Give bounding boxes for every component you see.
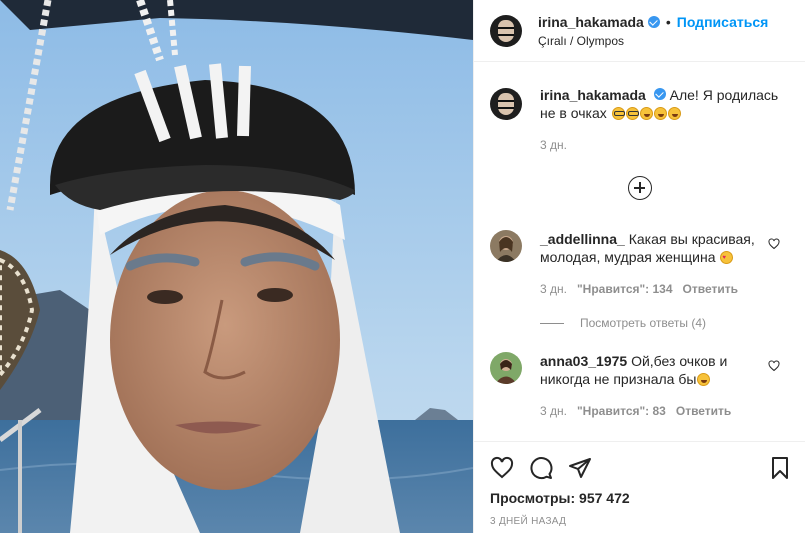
glasses-emoji-icon [625, 107, 639, 120]
comment-like-heart-icon[interactable] [768, 360, 780, 372]
commenter-avatar[interactable] [490, 352, 522, 384]
comment-username[interactable]: _addellinna_ [540, 231, 625, 247]
author-username[interactable]: irina_hakamada [538, 14, 644, 30]
comment-time[interactable]: 3 дн. [540, 280, 567, 298]
verified-badge-icon [647, 15, 660, 28]
replies-divider-line [540, 322, 564, 324]
verified-badge-icon [653, 88, 666, 100]
laughing-emoji-icon [697, 373, 711, 386]
follow-button[interactable]: Подписаться [677, 14, 769, 30]
heart-icon[interactable] [490, 456, 514, 480]
post-actions-bar: Просмотры: 957 472 3 ДНЕЙ НАЗАД [474, 441, 805, 533]
separator-dot: • [665, 13, 671, 30]
reply-button[interactable]: Ответить [683, 280, 738, 298]
comment-like-heart-icon[interactable] [768, 238, 780, 250]
view-replies-button[interactable]: Посмотреть ответы (4) [540, 316, 706, 330]
view-replies-label: Посмотреть ответы (4) [580, 316, 707, 330]
comment-time[interactable]: 3 дн. [540, 402, 567, 420]
comment-icon[interactable] [529, 456, 553, 480]
commenter-avatar[interactable] [490, 230, 522, 262]
laughing-emoji-icon [653, 107, 667, 120]
caption-author-avatar[interactable] [490, 88, 522, 120]
view-count[interactable]: Просмотры: 957 472 [490, 490, 630, 506]
post-details-panel: irina_hakamada • Подписаться Çıralı / Ol… [473, 0, 805, 533]
comment-likes[interactable]: "Нравится": 134 [577, 280, 673, 298]
author-avatar[interactable] [490, 14, 522, 47]
comment-item: _addellinna_ Какая вы красивая, молодая,… [490, 230, 790, 298]
video-frame-image [0, 0, 473, 533]
post-date[interactable]: 3 ДНЕЙ НАЗАД [490, 516, 566, 527]
glasses-emoji-icon [611, 107, 625, 120]
post-header: irina_hakamada • Подписаться Çıralı / Ol… [474, 0, 805, 62]
comment-item: anna03_1975 Ой,без очков и никогда не пр… [490, 352, 790, 420]
caption-username[interactable]: irina_hakamada [540, 87, 646, 103]
bookmark-icon[interactable] [768, 456, 792, 480]
comment-likes[interactable]: "Нравится": 83 [577, 402, 666, 420]
post-caption: irina_hakamada Але! Я родилась не в очка… [490, 86, 790, 154]
share-icon[interactable] [568, 456, 592, 480]
plus-circle-icon[interactable] [628, 176, 652, 200]
laughing-emoji-icon [639, 107, 653, 120]
laughing-emoji-icon [667, 107, 681, 120]
post-location[interactable]: Çıralı / Olympos [538, 34, 768, 48]
caption-time[interactable]: 3 дн. [540, 136, 790, 154]
heart-eyes-emoji-icon [720, 249, 734, 267]
reply-button[interactable]: Ответить [676, 402, 731, 420]
post-video[interactable] [0, 0, 473, 533]
comment-username[interactable]: anna03_1975 [540, 353, 627, 369]
